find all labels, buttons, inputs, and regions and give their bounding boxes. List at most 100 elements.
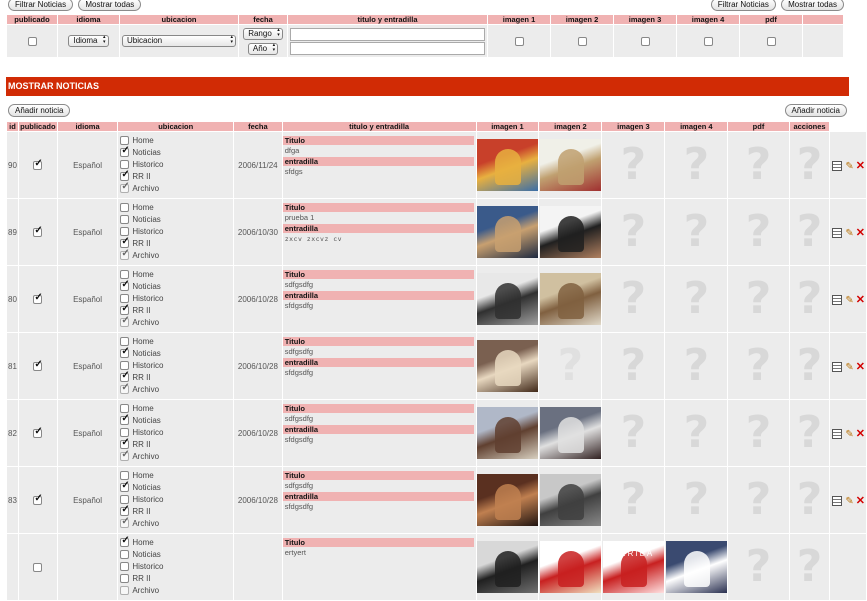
location-checkbox[interactable] (120, 437, 130, 450)
location-checkbox[interactable] (120, 169, 130, 182)
location-checkbox[interactable] (120, 480, 130, 493)
news-thumbnail-image[interactable] (476, 407, 538, 459)
delete-x-icon[interactable]: ✕ (856, 293, 865, 306)
location-option: Historico (120, 494, 233, 506)
location-checkbox[interactable] (120, 279, 130, 292)
location-checkbox[interactable] (120, 404, 130, 414)
filter-imagen3-checkbox[interactable] (640, 36, 650, 46)
edit-pencil-icon[interactable]: ✎ (845, 295, 853, 306)
photo-subject (494, 551, 521, 587)
location-label: Archivo (132, 184, 160, 193)
row-idioma: Español (57, 266, 118, 332)
delete-x-icon[interactable]: ✕ (856, 159, 865, 172)
location-checkbox[interactable] (120, 346, 130, 359)
news-thumbnail-image[interactable] (476, 474, 538, 526)
location-checkbox[interactable] (120, 428, 130, 438)
ubicacion-select[interactable]: Ubicacion (122, 35, 236, 47)
news-thumbnail-image[interactable] (539, 541, 601, 593)
view-icon[interactable] (831, 496, 843, 507)
edit-pencil-icon[interactable]: ✎ (845, 496, 853, 507)
location-checkbox[interactable] (120, 303, 130, 316)
view-icon[interactable] (831, 295, 843, 306)
location-checkbox[interactable] (120, 203, 130, 213)
news-thumbnail-image[interactable]: ARRIBA (602, 541, 664, 593)
publicado-checkbox[interactable] (33, 292, 43, 304)
filter-pdf-checkbox[interactable] (766, 36, 776, 46)
location-checkbox[interactable] (120, 516, 130, 529)
location-checkbox[interactable] (120, 586, 130, 596)
location-checkbox[interactable] (120, 145, 130, 158)
news-thumbnail-image[interactable] (476, 206, 538, 258)
view-icon[interactable] (831, 161, 843, 172)
location-checkbox[interactable] (120, 270, 130, 280)
idioma-select[interactable]: Idioma (68, 35, 109, 47)
news-thumbnail-image[interactable] (539, 407, 601, 459)
view-icon[interactable] (831, 228, 843, 239)
publicado-checkbox[interactable] (33, 225, 43, 237)
news-thumbnail-image[interactable] (476, 340, 538, 392)
location-checkbox[interactable] (120, 181, 130, 194)
location-checkbox[interactable] (120, 227, 130, 237)
delete-x-icon[interactable]: ✕ (856, 427, 865, 440)
location-checkbox[interactable] (120, 370, 130, 383)
edit-pencil-icon[interactable]: ✎ (845, 362, 853, 373)
news-thumbnail-image[interactable] (665, 541, 727, 593)
fecha-anio-select[interactable]: Año (247, 42, 279, 55)
col-imagen3: imagen 3 (602, 122, 665, 131)
entradilla-input[interactable] (290, 41, 485, 55)
filter-imagen4-checkbox[interactable] (703, 36, 713, 46)
location-checkbox[interactable] (120, 471, 130, 481)
view-icon[interactable] (831, 362, 843, 373)
location-checkbox[interactable] (120, 248, 130, 261)
location-checkbox[interactable] (120, 236, 130, 249)
location-checkbox[interactable] (120, 550, 130, 560)
titulo-value: dfga (284, 146, 300, 155)
location-checkbox[interactable] (120, 361, 130, 371)
location-checkbox[interactable] (120, 160, 130, 170)
delete-x-icon[interactable]: ✕ (856, 494, 865, 507)
fecha-rango-select[interactable]: Rango (243, 27, 283, 40)
filter-col-empty (803, 15, 843, 24)
location-checkbox[interactable] (120, 382, 130, 395)
location-checkbox[interactable] (120, 449, 130, 462)
news-thumbnail-image[interactable] (476, 273, 538, 325)
location-checkbox[interactable] (120, 413, 130, 426)
location-checkbox[interactable] (120, 562, 130, 572)
titulo-input[interactable] (290, 27, 485, 41)
location-checkbox[interactable] (120, 504, 130, 517)
location-checkbox[interactable] (120, 315, 130, 328)
show-all-button-right[interactable]: Mostrar todas (781, 0, 844, 11)
publicado-checkbox[interactable] (33, 426, 43, 438)
news-thumbnail-image[interactable] (476, 541, 538, 593)
col-ubicacion: ubicacion (118, 122, 234, 131)
location-checkbox[interactable] (120, 136, 130, 146)
location-checkbox[interactable] (120, 215, 130, 225)
show-all-button[interactable]: Mostrar todas (78, 0, 142, 11)
delete-x-icon[interactable]: ✕ (856, 226, 865, 239)
filter-news-button-right[interactable]: Filtrar Noticias (710, 0, 776, 11)
news-thumbnail-image[interactable] (539, 206, 601, 258)
publicado-checkbox[interactable] (33, 158, 43, 170)
filter-news-button[interactable]: Filtrar Noticias (8, 0, 74, 11)
news-thumbnail-image[interactable] (539, 273, 601, 325)
location-checkbox[interactable] (120, 574, 130, 584)
filter-imagen1-checkbox[interactable] (514, 36, 524, 46)
publicado-checkbox[interactable] (33, 359, 43, 371)
filter-publicado-checkbox[interactable] (27, 36, 37, 46)
location-checkbox[interactable] (120, 294, 130, 304)
filter-imagen2-checkbox[interactable] (577, 36, 587, 46)
edit-pencil-icon[interactable]: ✎ (845, 161, 853, 172)
delete-x-icon[interactable]: ✕ (856, 360, 865, 373)
view-icon[interactable] (831, 429, 843, 440)
news-thumbnail-image[interactable] (539, 474, 601, 526)
location-checkbox[interactable] (120, 337, 130, 347)
edit-pencil-icon[interactable]: ✎ (845, 429, 853, 440)
news-thumbnail-image[interactable] (539, 139, 601, 191)
publicado-checkbox[interactable] (33, 493, 43, 505)
news-thumbnail-image[interactable] (476, 139, 538, 191)
add-news-button[interactable]: Añadir noticia (8, 104, 71, 117)
location-checkbox[interactable] (120, 495, 130, 505)
publicado-checkbox[interactable] (33, 562, 43, 572)
add-news-button-right[interactable]: Añadir noticia (784, 104, 847, 117)
edit-pencil-icon[interactable]: ✎ (845, 228, 853, 239)
